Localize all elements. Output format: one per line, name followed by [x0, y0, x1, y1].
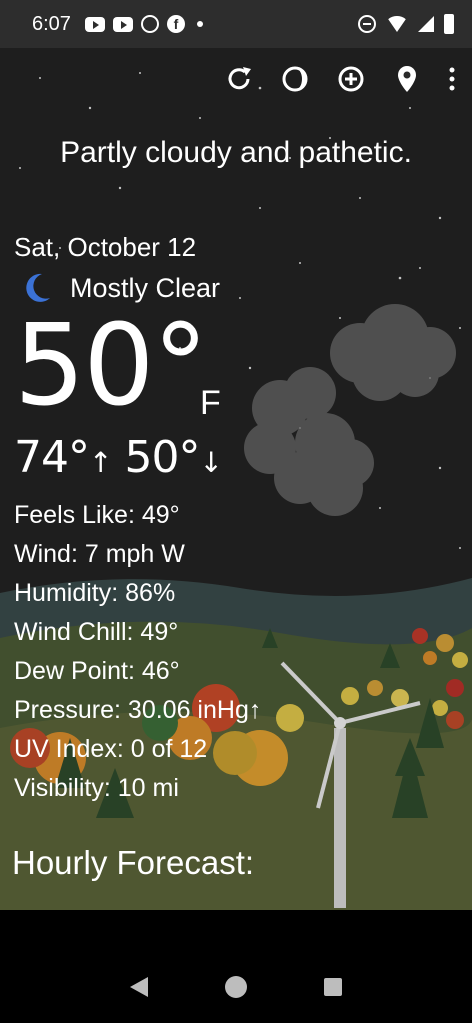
uv-index: UV Index: 0 of 12 — [14, 735, 208, 763]
condition-label: Mostly Clear — [70, 272, 221, 303]
dnd-icon — [358, 15, 376, 33]
wind: Wind: 7 mph W — [14, 540, 185, 568]
toolbar — [222, 62, 458, 96]
navigation-bar — [0, 910, 472, 1023]
youtube-icon — [84, 16, 105, 32]
battery-icon — [444, 14, 454, 34]
status-right — [358, 14, 454, 34]
high-temperature: 74° — [14, 432, 90, 483]
facebook-icon: f — [166, 15, 185, 33]
hourly-forecast-heading: Hourly Forecast: — [12, 844, 255, 881]
up-arrow-icon: ↑ — [89, 446, 112, 479]
high-low-temperature: 74°↑ 50°↓ — [14, 432, 223, 483]
down-arrow-icon: ↓ — [199, 446, 222, 479]
weather-details: Feels Like: 49° Wind: 7 mph W Humidity: … — [14, 496, 261, 808]
more-vert-icon[interactable] — [446, 62, 458, 96]
weather-scene: Partly cloudy and pathetic. Sat, October… — [0, 48, 472, 910]
visibility: Visibility: 10 mi — [14, 774, 179, 802]
alarm-icon — [140, 15, 159, 33]
low-temperature: 50° — [124, 432, 200, 483]
dew-point: Dew Point: 46° — [14, 657, 180, 685]
pressure: Pressure: 30.06 inHg↑ — [14, 696, 262, 724]
current-temperature: 50° — [14, 301, 209, 431]
weather-tagline: Partly cloudy and pathetic. — [60, 136, 412, 169]
refresh-icon[interactable] — [222, 62, 256, 96]
back-button[interactable] — [119, 967, 159, 1007]
status-left: 6:07 f — [32, 13, 203, 36]
wifi-icon — [386, 16, 408, 32]
home-icon — [224, 976, 247, 998]
humidity: Humidity: 86% — [14, 579, 176, 607]
home-button[interactable] — [216, 967, 256, 1007]
location-pin-icon[interactable] — [390, 62, 424, 96]
add-location-icon[interactable] — [334, 62, 368, 96]
temperature-unit: F — [200, 384, 221, 422]
theme-icon[interactable] — [278, 62, 312, 96]
back-icon — [129, 977, 148, 997]
recents-button[interactable] — [313, 967, 353, 1007]
feels-like: Feels Like: 49° — [14, 501, 180, 529]
wind-chill: Wind Chill: 49° — [14, 618, 179, 646]
signal-icon — [418, 16, 434, 32]
dot-icon — [196, 21, 203, 27]
recents-icon — [324, 978, 343, 996]
youtube-icon — [112, 16, 133, 32]
status-bar: 6:07 f — [0, 0, 472, 48]
status-time: 6:07 — [32, 12, 71, 35]
forecast-date: Sat, October 12 — [14, 232, 197, 262]
